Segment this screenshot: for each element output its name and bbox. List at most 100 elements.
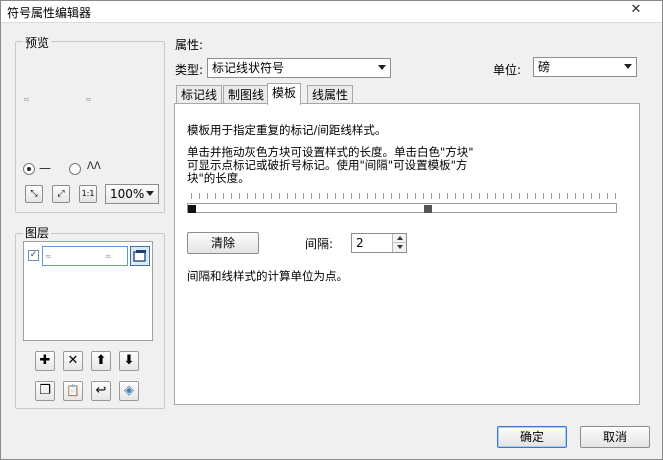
zoom-expand-button[interactable]: ⤢ (52, 185, 70, 203)
ruler-tick (367, 193, 368, 199)
tab-label: 制图线 (228, 88, 265, 102)
template-instructions-line1: 单击并拖动灰色方块可设置样式的长度。单击白色"方块" (187, 145, 474, 159)
ruler-tick (255, 193, 256, 199)
ruler-tick (559, 193, 560, 199)
interval-value[interactable]: 2 (356, 236, 364, 250)
ruler-tick (543, 193, 544, 199)
paste-layer-button[interactable]: 📋 (63, 381, 83, 401)
ruler-tick (375, 193, 376, 199)
window-title: 符号属性编辑器 (7, 6, 92, 20)
layer-symbol-left: ≈ (45, 252, 52, 261)
template-description: 模板用于指定重复的标记/间距线样式。 (187, 123, 387, 137)
ruler-tick (231, 193, 232, 199)
wave-option-icon: ᐱᐱ (87, 161, 101, 172)
ruler-tick (223, 193, 224, 199)
cancel-button[interactable]: 取消 (580, 426, 650, 448)
ruler-tick (471, 193, 472, 199)
interval-stepper[interactable]: 2 (351, 233, 407, 253)
type-label: 类型: (175, 63, 204, 77)
add-layer-button[interactable]: ✚ (35, 351, 55, 371)
ruler-tick (615, 193, 616, 199)
template-ruler[interactable] (187, 192, 617, 214)
preview-canvas: ≈ ≈ (23, 59, 157, 159)
line-option-icon: — (39, 161, 51, 175)
layer-symbol-field[interactable]: ≈ ≈ (42, 246, 128, 266)
actual-size-icon: 1:1 (81, 189, 95, 198)
tab-cartographic-line[interactable]: 制图线 (223, 85, 270, 105)
ruler-tick (407, 193, 408, 199)
chevron-down-icon (624, 64, 632, 69)
ruler-tick (551, 193, 552, 199)
tab-label: 模板 (272, 86, 297, 100)
delete-layer-button[interactable]: ✕ (63, 351, 83, 371)
ruler-tick (447, 193, 448, 199)
ruler-tick (423, 193, 424, 199)
cancel-button-label: 取消 (602, 430, 627, 444)
symbol-property-editor-window: 符号属性编辑器 ✕ 预览 ≈ ≈ — ᐱᐱ ⤡ ⤢ 1:1 100% 图层 ✓ … (0, 0, 663, 460)
ruler-tick (247, 193, 248, 199)
copy-icon: ❐ (39, 383, 51, 398)
ruler-tick (583, 193, 584, 199)
ruler-tick (271, 193, 272, 199)
line-preview-radio[interactable] (23, 163, 35, 175)
unit-select-value: 磅 (538, 60, 551, 74)
interval-label: 间隔: (305, 237, 334, 251)
clear-button[interactable]: 清除 (187, 232, 259, 254)
ruler-tick (607, 193, 608, 199)
layer-symbol-right: ≈ (105, 252, 112, 261)
ruler-tick (351, 193, 352, 199)
tab-template[interactable]: 模板 (267, 83, 302, 105)
delete-icon: ✕ (67, 353, 79, 368)
unit-select[interactable]: 磅 (533, 57, 637, 77)
ruler-tick (495, 193, 496, 199)
tab-line-properties[interactable]: 线属性 (307, 85, 354, 105)
chevron-up-icon[interactable] (392, 234, 406, 243)
tab-marker-line[interactable]: 标记线 (176, 85, 223, 105)
ruler-tick (279, 193, 280, 199)
ok-button-label: 确定 (519, 430, 544, 444)
ruler-tick (439, 193, 440, 199)
ruler-tick (287, 193, 288, 199)
template-mark-block[interactable] (188, 205, 196, 213)
type-select[interactable]: 标记线状符号 (207, 58, 391, 78)
chevron-down-icon (378, 65, 386, 70)
actual-size-button[interactable]: 1:1 (79, 185, 97, 203)
ruler-track[interactable] (187, 203, 617, 213)
tab-label: 线属性 (312, 88, 349, 102)
ruler-tick (415, 193, 416, 199)
move-layer-down-button[interactable]: ⬇ (119, 351, 139, 371)
ruler-tick (567, 193, 568, 199)
layer-visible-checkbox[interactable]: ✓ (28, 250, 39, 261)
wave-preview-radio[interactable] (69, 163, 81, 175)
paste-icon: 📋 (66, 384, 80, 397)
tag-layer-button[interactable]: ◈ (119, 381, 139, 401)
properties-label: 属性: (175, 38, 204, 52)
layer-edit-button[interactable] (130, 246, 150, 266)
type-select-value: 标记线状符号 (212, 61, 285, 75)
ok-button[interactable]: 确定 (497, 426, 567, 448)
ruler-tick (575, 193, 576, 199)
layer-row[interactable]: ✓ ≈ ≈ (26, 244, 150, 266)
zoom-fit-button[interactable]: ⤡ (25, 185, 43, 203)
ruler-tick (511, 193, 512, 199)
ruler-tick (591, 193, 592, 199)
template-instructions-line3: 块"的长度。 (187, 171, 250, 185)
move-layer-up-button[interactable]: ⬆ (91, 351, 111, 371)
ruler-tick (207, 193, 208, 199)
undo-layer-button[interactable]: ↩ (91, 381, 111, 401)
template-tab-panel: 模板用于指定重复的标记/间距线样式。 单击并拖动灰色方块可设置样式的长度。单击白… (174, 103, 640, 405)
ruler-tick (191, 193, 192, 199)
clear-button-label: 清除 (210, 236, 235, 250)
layer-list[interactable]: ✓ ≈ ≈ (23, 241, 153, 341)
ruler-tick (399, 193, 400, 199)
chevron-down-icon[interactable] (392, 243, 406, 252)
ruler-tick (343, 193, 344, 199)
template-length-handle[interactable] (424, 205, 432, 213)
zoom-select[interactable]: 100% (105, 184, 159, 204)
ruler-tick (503, 193, 504, 199)
tab-label: 标记线 (181, 88, 218, 102)
zoom-select-value: 100% (110, 187, 145, 201)
close-icon[interactable]: ✕ (618, 1, 654, 19)
copy-layer-button[interactable]: ❐ (35, 381, 55, 401)
ruler-tick (479, 193, 480, 199)
